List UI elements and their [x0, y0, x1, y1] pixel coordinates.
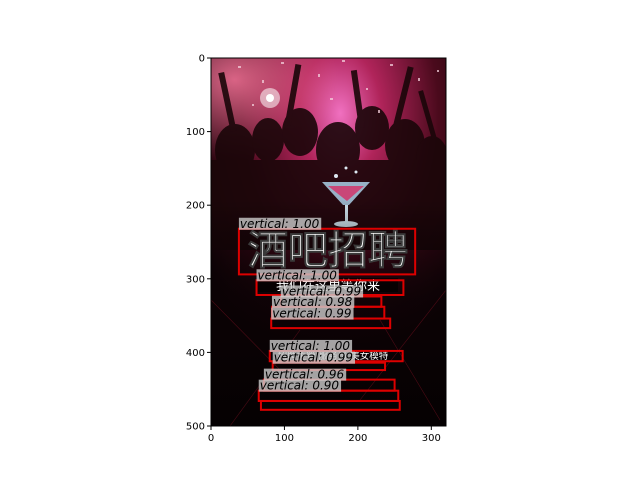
y-tick-label-0: 0 — [199, 54, 205, 65]
detection-label-7: vertical: 0.99 — [274, 351, 353, 365]
figure: 酒吧招聘 我们在这里等你来 招聘主管 服务员 美女模特 vertical: 1.… — [186, 54, 447, 444]
x-tick-label-200: 200 — [348, 433, 367, 444]
detection-label-1: vertical: 1.00 — [240, 217, 320, 231]
y-tick-label-400: 400 — [186, 348, 205, 359]
y-tick-label-100: 100 — [186, 127, 205, 138]
x-tick-label-100: 100 — [275, 433, 294, 444]
detection-label-5: vertical: 0.99 — [272, 307, 351, 321]
y-tick-label-500: 500 — [186, 422, 205, 433]
y-tick-label-200: 200 — [186, 201, 205, 212]
x-tick-label-300: 300 — [422, 433, 441, 444]
poster-title: 酒吧招聘 — [248, 228, 408, 274]
y-axis: 0 100 200 300 400 500 — [186, 54, 211, 433]
x-tick-label-0: 0 — [208, 433, 214, 444]
y-tick-label-300: 300 — [186, 274, 205, 285]
x-axis: 0 100 200 300 — [208, 426, 441, 444]
detection-label-9: vertical: 0.90 — [260, 379, 340, 393]
detection-label-2: vertical: 1.00 — [258, 268, 338, 282]
